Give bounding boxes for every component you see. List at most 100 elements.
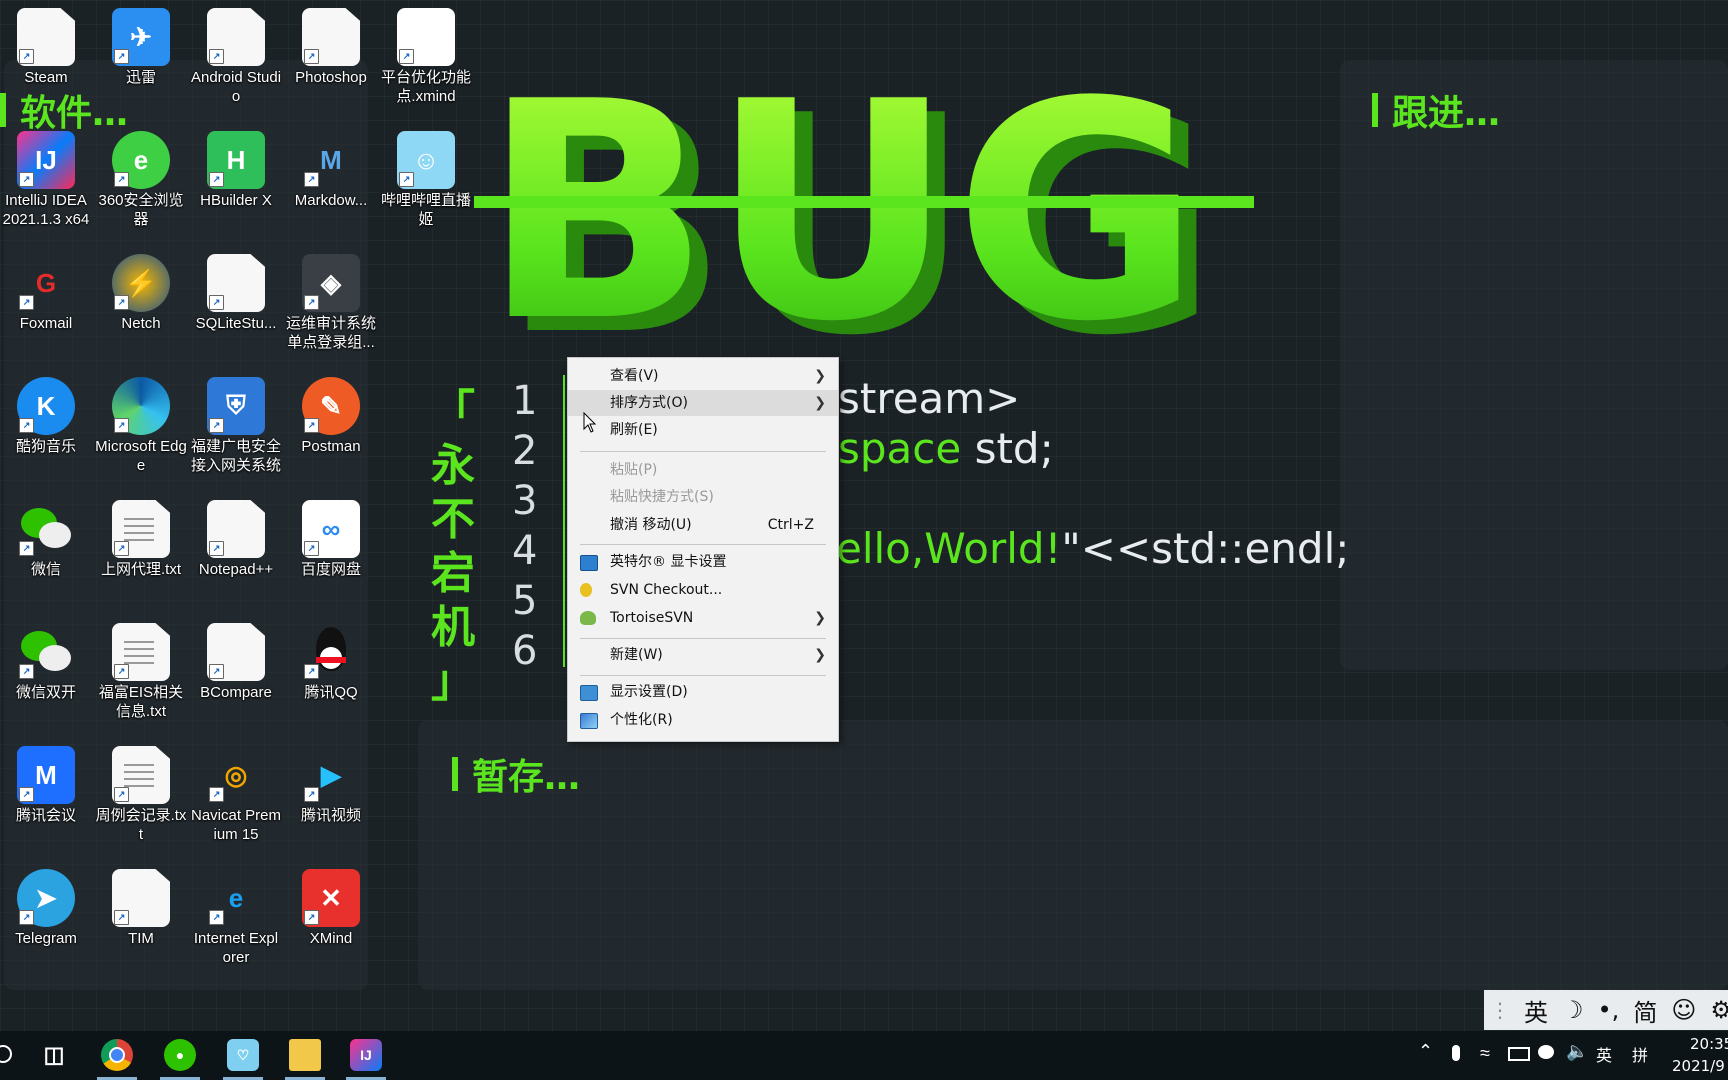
intellij-taskbar-icon[interactable]: IJ <box>350 1039 382 1071</box>
menu-item-paste-shortcut[interactable]: 粘贴快捷方式(S) <box>568 484 838 510</box>
ime-lang-toggle[interactable]: 英 <box>1524 993 1548 1028</box>
file-explorer-icon[interactable] <box>289 1039 321 1071</box>
menu-item-display-settings[interactable]: 显示设置(D) <box>568 679 838 705</box>
chrome-icon[interactable] <box>101 1039 133 1071</box>
task-view-icon[interactable]: ◫ <box>38 1039 70 1071</box>
menu-item-new[interactable]: 新建(W) ❯ <box>568 642 838 668</box>
desktop-icon-label: 上网代理.txt <box>100 561 181 578</box>
wechat-tray-icon[interactable] <box>1538 1045 1554 1059</box>
desktop-icon[interactable]: ↗ Steam <box>0 8 92 87</box>
desktop-icon-label: 运维审计系统单点登录组... <box>285 315 376 351</box>
menu-item-svn-checkout[interactable]: SVN Checkout... <box>568 577 838 603</box>
desktop-icon[interactable]: M ↗ Markdow... <box>285 131 377 210</box>
menu-item-personalize[interactable]: 个性化(R) <box>568 707 838 733</box>
bilibili-live-taskbar-icon[interactable]: ♡ <box>227 1039 259 1071</box>
tencent-video-icon: ▶ ↗ <box>302 746 360 804</box>
moon-icon[interactable]: ☽ <box>1562 996 1584 1024</box>
desktop-icon-label: 迅雷 <box>125 69 156 86</box>
chevron-up-icon[interactable]: ⌃ <box>1418 1041 1433 1062</box>
wechat-icon: ↗ <box>17 500 75 558</box>
vertical-slogan: 「 永 不 宕 机 」 <box>431 386 475 707</box>
desktop-icon[interactable]: ∞ ↗ 百度网盘 <box>285 500 377 579</box>
desktop-icon[interactable]: ➤ ↗ Telegram <box>0 869 92 948</box>
shortcut-arrow-icon: ↗ <box>304 172 319 187</box>
wechat-taskbar-icon[interactable]: ● <box>164 1039 196 1071</box>
xmind-icon: ✕ ↗ <box>302 869 360 927</box>
menu-item-undo-move[interactable]: 撤消 移动(U) Ctrl+Z <box>568 512 838 538</box>
desktop-icon[interactable]: ↗ Photoshop <box>285 8 377 87</box>
menu-item-view[interactable]: 查看(V) ❯ <box>568 363 838 389</box>
desktop-icon[interactable]: IJ ↗ IntelliJ IDEA 2021.1.3 x64 <box>0 131 92 229</box>
desktop-icon-label: Steam <box>24 69 68 86</box>
desktop-icon[interactable]: e ↗ Internet Explorer <box>190 869 282 967</box>
edge-icon: ↗ <box>112 377 170 435</box>
menu-item-paste[interactable]: 粘贴(P) <box>568 457 838 483</box>
desktop-icon[interactable]: ↗ Microsoft Edge <box>95 377 187 475</box>
gear-icon[interactable]: ⚙ <box>1710 996 1728 1024</box>
clock-time[interactable]: 20:35 <box>1690 1035 1728 1053</box>
desktop-icon[interactable]: ✕ ↗ XMind <box>285 869 377 948</box>
desktop-icon[interactable]: ◎ ↗ Navicat Premium 15 <box>190 746 282 844</box>
xunlei-bird-icon: ✈ ↗ <box>112 8 170 66</box>
desktop-icon[interactable]: ↗ 微信双开 <box>0 623 92 702</box>
desktop-icon-label: TIM <box>128 930 154 947</box>
desktop-icon-label: Navicat Premium 15 <box>190 807 282 843</box>
desktop-icon[interactable]: ↗ TIM <box>95 869 187 948</box>
shortcut-arrow-icon: ↗ <box>304 418 319 433</box>
desktop-icon[interactable]: ⛨ ↗ 福建广电安全接入网关系统 <box>190 377 282 475</box>
desktop-icon[interactable]: ✎ ↗ Postman <box>285 377 377 456</box>
desktop-icon[interactable]: K ↗ 酷狗音乐 <box>0 377 92 456</box>
ime-grip[interactable]: ⋮ <box>1490 998 1510 1022</box>
desktop-icon[interactable]: ↗ 福富EIS相关信息.txt <box>95 623 187 721</box>
desktop-icon[interactable]: ▶ ↗ 腾讯视频 <box>285 746 377 825</box>
desktop-icon[interactable]: ↗ SQLiteStu... <box>190 254 282 333</box>
bug-strike-line <box>474 196 1254 208</box>
desktop-icon[interactable]: e ↗ 360安全浏览器 <box>95 131 187 229</box>
simplified-toggle[interactable]: 简 <box>1633 993 1657 1028</box>
doc-icon: ↗ <box>207 500 265 558</box>
input-language-indicator[interactable]: 英 <box>1596 1042 1612 1066</box>
microphone-icon[interactable] <box>1452 1045 1460 1061</box>
desktop-icon-label: 平台优化功能点.xmind <box>380 69 471 105</box>
desktop-icon[interactable]: ↗ Android Studio <box>190 8 282 106</box>
desktop-icon[interactable]: ⚡ ↗ Netch <box>95 254 187 333</box>
desktop-icon-label: 酷狗音乐 <box>15 438 76 455</box>
desktop-icon[interactable]: ↗ 腾讯QQ <box>285 623 377 702</box>
desktop-icon-label: Notepad++ <box>198 561 274 578</box>
desktop-icon[interactable]: ↗ 周例会记录.txt <box>95 746 187 844</box>
desktop-icon[interactable]: ✕ ↗ 平台优化功能点.xmind <box>380 8 472 106</box>
battery-icon[interactable] <box>1508 1047 1530 1061</box>
desktop-icon[interactable]: ☺ ↗ 哔哩哔哩直播姬 <box>380 131 472 229</box>
desktop-icon[interactable]: ↗ 微信 <box>0 500 92 579</box>
navicat-icon: ◎ ↗ <box>207 746 265 804</box>
desktop-icon[interactable]: ↗ Notepad++ <box>190 500 282 579</box>
volume-icon[interactable]: 🔈 <box>1566 1041 1588 1062</box>
menu-item-refresh[interactable]: 刷新(E) <box>568 417 838 443</box>
menu-item-sort[interactable]: 排序方式(O) ❯ <box>568 390 838 416</box>
emoji-icon[interactable]: ☺ <box>1671 996 1696 1024</box>
menu-separator <box>580 544 826 545</box>
shortcut-arrow-icon: ↗ <box>19 664 34 679</box>
clock-date[interactable]: 2021/9 <box>1672 1057 1725 1075</box>
desktop-icon-label: Android Studio <box>190 69 282 105</box>
desktop-icon[interactable]: ↗ BCompare <box>190 623 282 702</box>
staging-panel <box>418 720 1728 990</box>
line-number-6: 6 <box>512 628 538 674</box>
shortcut-arrow-icon: ↗ <box>19 910 34 925</box>
menu-item-tortoisesvn[interactable]: TortoiseSVN ❯ <box>568 605 838 631</box>
desktop-icon-label: SQLiteStu... <box>195 315 277 332</box>
wifi-icon[interactable]: ≈ <box>1480 1043 1490 1064</box>
desktop-icon[interactable]: M ↗ 腾讯会议 <box>0 746 92 825</box>
menu-item-intel-graphics[interactable]: 英特尔® 显卡设置 <box>568 549 838 575</box>
desktop-icon[interactable]: ✈ ↗ 迅雷 <box>95 8 187 87</box>
shortcut-arrow-icon: ↗ <box>209 541 224 556</box>
postman-icon: ✎ ↗ <box>302 377 360 435</box>
search-icon[interactable] <box>0 1045 12 1063</box>
desktop-icon[interactable]: H ↗ HBuilder X <box>190 131 282 210</box>
desktop-icon[interactable]: G ↗ Foxmail <box>0 254 92 333</box>
punctuation-toggle[interactable]: •, <box>1598 996 1620 1024</box>
menu-separator <box>580 451 826 452</box>
ime-mode-indicator[interactable]: 拼 <box>1632 1042 1648 1066</box>
desktop-icon[interactable]: ↗ 上网代理.txt <box>95 500 187 579</box>
desktop-icon[interactable]: ◈ ↗ 运维审计系统单点登录组... <box>285 254 377 352</box>
